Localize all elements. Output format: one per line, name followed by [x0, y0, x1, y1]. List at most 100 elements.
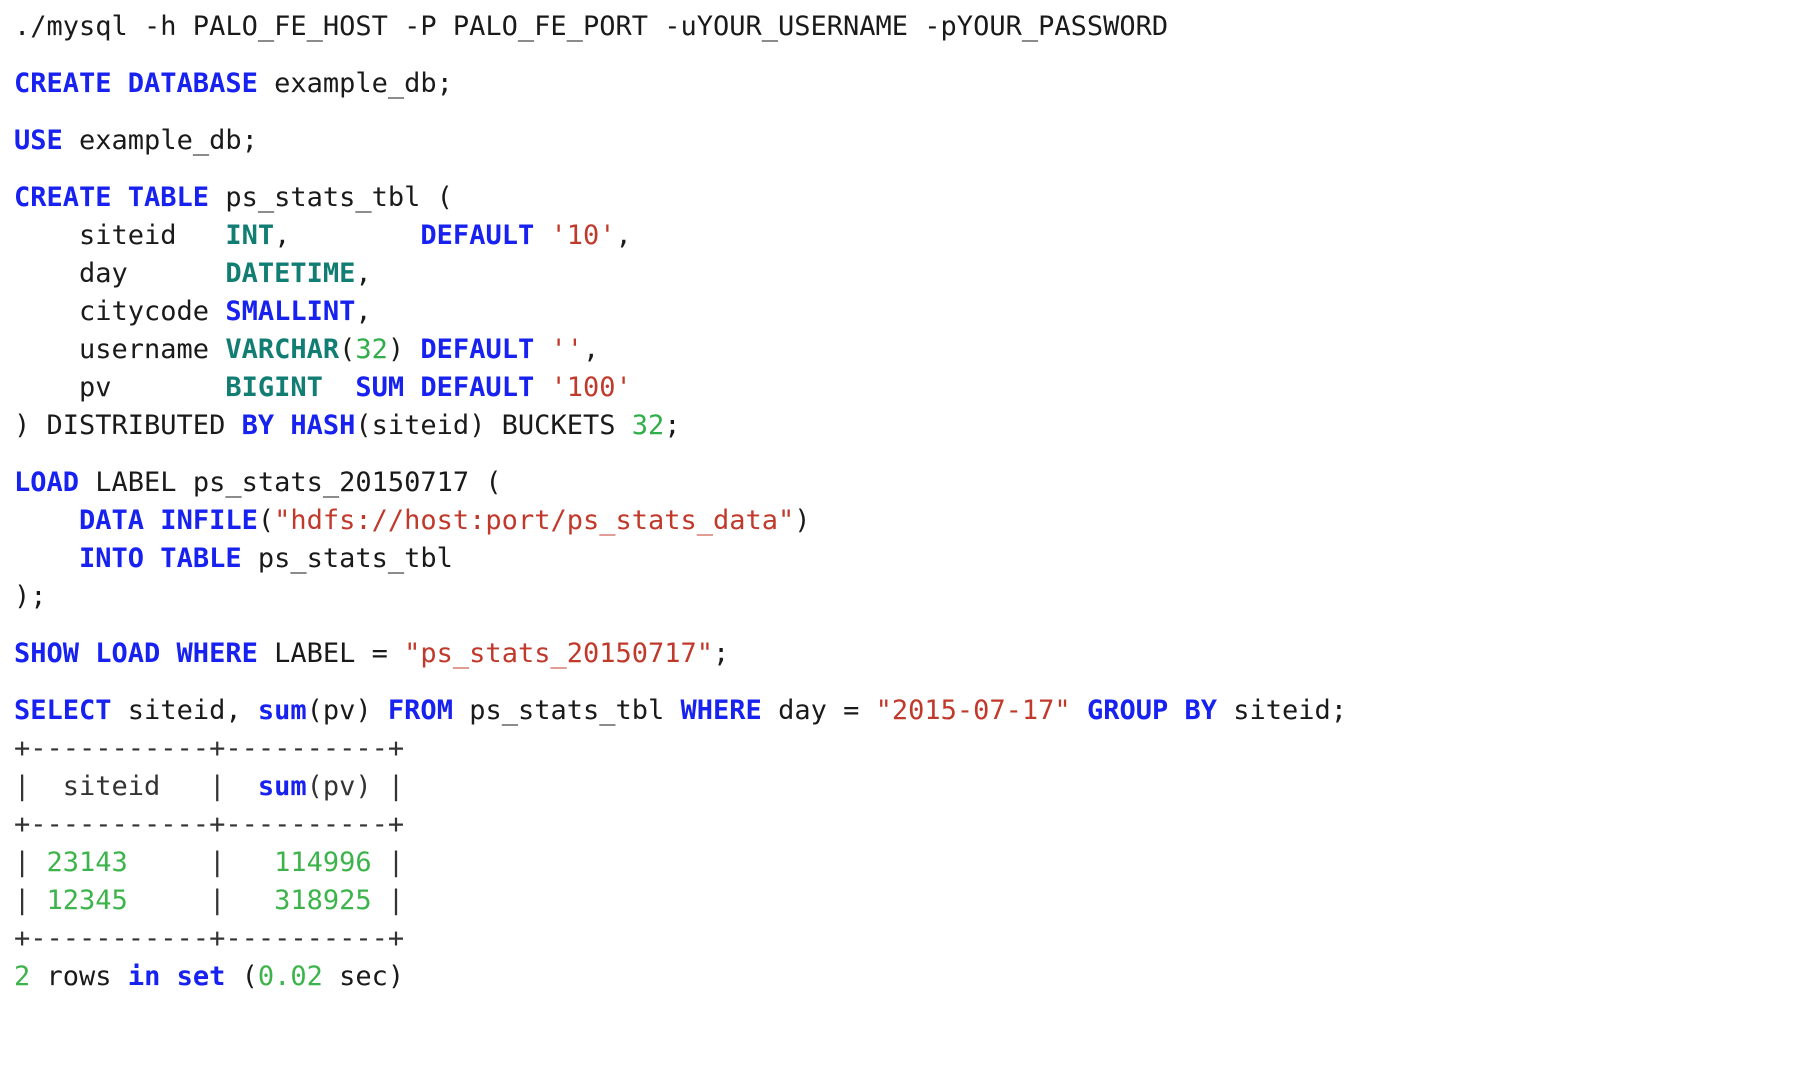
line-result-row-2-token-3: 318925 — [274, 885, 372, 916]
line-result-status-token-5: sec) — [322, 961, 405, 992]
line-distributed-by-token-0: ) DISTRIBUTED — [14, 410, 242, 441]
line-result-row-1-token-3: 114996 — [274, 847, 372, 878]
line-result-row-2-token-0: | — [14, 885, 47, 916]
line-load-label-token-1: LABEL ps_stats_20150717 ( — [79, 467, 502, 498]
line-column-username-token-0: username — [14, 334, 226, 365]
line-result-border-top: +-----------+----------+ — [14, 730, 1804, 768]
line-data-infile-token-3: "hdfs://host:port/ps_stats_data" — [274, 505, 795, 536]
line-distributed-by-token-2: (siteid) BUCKETS — [355, 410, 632, 441]
blank-6 — [14, 673, 1804, 692]
line-column-pv-token-2 — [323, 372, 356, 403]
line-result-status-token-4: 0.02 — [257, 961, 323, 992]
line-column-siteid-token-5: '10' — [550, 220, 616, 251]
line-create-database: CREATE DATABASE example_db; — [14, 65, 1804, 103]
line-into-table-token-0 — [14, 543, 79, 574]
line-column-citycode-token-2: , — [355, 296, 372, 327]
line-result-border-bottom-token-0: +-----------+----------+ — [14, 923, 405, 954]
line-data-infile-token-2: ( — [257, 505, 275, 536]
line-select-query-token-3: (pv) — [306, 695, 388, 726]
line-load-close-token-0: ); — [14, 581, 47, 612]
line-load-label-token-0: LOAD — [14, 467, 80, 498]
line-create-database-token-0: CREATE DATABASE — [14, 68, 258, 99]
line-into-table-token-1: INTO TABLE — [79, 543, 242, 574]
line-column-day-token-0: day — [14, 258, 226, 289]
line-show-load-token-3: ; — [713, 638, 730, 669]
line-result-status-token-2: in set — [127, 961, 226, 992]
line-column-siteid-token-0: siteid — [14, 220, 226, 251]
line-select-query-token-11: siteid; — [1217, 695, 1348, 726]
line-result-row-1-token-2: | — [127, 847, 275, 878]
line-column-siteid-token-4 — [534, 220, 550, 251]
blank-1 — [14, 46, 1804, 65]
line-select-query-token-9 — [1071, 695, 1087, 726]
line-data-infile-token-1: DATA INFILE — [79, 505, 258, 536]
blank-5 — [14, 616, 1804, 635]
line-column-username-token-4: ) — [387, 334, 421, 365]
line-use-database-token-0: USE — [14, 125, 63, 156]
line-column-username-token-2: ( — [339, 334, 356, 365]
line-result-status-token-1: rows — [30, 961, 128, 992]
line-column-day-token-2: , — [355, 258, 372, 289]
line-shell-command: ./mysql -h PALO_FE_HOST -P PALO_FE_PORT … — [14, 8, 1804, 46]
line-result-header-token-0: | siteid | — [14, 771, 258, 802]
line-select-query-token-10: GROUP BY — [1086, 695, 1217, 726]
line-column-siteid-token-2: , — [274, 220, 421, 251]
line-data-infile-token-4: ) — [794, 505, 811, 536]
line-column-username-token-8: , — [583, 334, 600, 365]
line-select-query-token-8: "2015-07-17" — [875, 695, 1071, 726]
line-distributed-by: ) DISTRIBUTED BY HASH(siteid) BUCKETS 32… — [14, 407, 1804, 445]
line-select-query-token-4: FROM — [387, 695, 453, 726]
line-create-database-token-1: example_db; — [257, 68, 453, 99]
line-result-border-top-token-0: +-----------+----------+ — [14, 733, 405, 764]
sql-code-listing: ./mysql -h PALO_FE_HOST -P PALO_FE_PORT … — [0, 0, 1804, 996]
line-result-border-bottom: +-----------+----------+ — [14, 920, 1804, 958]
blank-2 — [14, 103, 1804, 122]
line-result-row-1-token-0: | — [14, 847, 47, 878]
line-distributed-by-token-1: BY HASH — [241, 410, 356, 441]
line-show-load-token-1: LABEL = — [257, 638, 405, 669]
line-select-query-token-0: SELECT — [14, 695, 112, 726]
line-column-pv-token-0: pv — [14, 372, 226, 403]
line-create-table-token-0: CREATE TABLE — [14, 182, 210, 213]
line-column-pv: pv BIGINT SUM DEFAULT '100' — [14, 369, 1804, 407]
line-select-query: SELECT siteid, sum(pv) FROM ps_stats_tbl… — [14, 692, 1804, 730]
line-result-status: 2 rows in set (0.02 sec) — [14, 958, 1804, 996]
line-column-siteid-token-1: INT — [225, 220, 275, 251]
line-result-row-2-token-4: | — [371, 885, 405, 916]
line-column-username-token-3: 32 — [355, 334, 388, 365]
line-result-header: | siteid | sum(pv) | — [14, 768, 1804, 806]
line-column-username-token-6 — [534, 334, 550, 365]
line-show-load-token-0: SHOW LOAD WHERE — [14, 638, 258, 669]
line-select-query-token-1: siteid, — [111, 695, 258, 726]
line-select-query-token-2: sum — [257, 695, 307, 726]
line-column-citycode-token-0: citycode — [14, 296, 226, 327]
line-result-row-1-token-1: 23143 — [46, 847, 128, 878]
blank-4 — [14, 445, 1804, 464]
line-column-username-token-1: VARCHAR — [225, 334, 340, 365]
line-column-pv-token-3: SUM DEFAULT — [355, 372, 535, 403]
line-column-username-token-7: '' — [550, 334, 583, 365]
line-column-siteid: siteid INT, DEFAULT '10', — [14, 217, 1804, 255]
line-select-query-token-5: ps_stats_tbl — [452, 695, 681, 726]
line-result-row-1: | 23143 | 114996 | — [14, 844, 1804, 882]
line-column-day: day DATETIME, — [14, 255, 1804, 293]
line-show-load-token-2: "ps_stats_20150717" — [404, 638, 714, 669]
line-column-username-token-5: DEFAULT — [420, 334, 535, 365]
line-distributed-by-token-3: 32 — [631, 410, 665, 441]
line-load-label: LOAD LABEL ps_stats_20150717 ( — [14, 464, 1804, 502]
blank-3 — [14, 160, 1804, 179]
line-result-status-token-3: ( — [225, 961, 258, 992]
line-result-header-token-1: sum — [257, 771, 307, 802]
line-use-database-token-1: example_db; — [62, 125, 258, 156]
line-distributed-by-token-4: ; — [664, 410, 681, 441]
line-into-table-token-2: ps_stats_tbl — [241, 543, 453, 574]
line-result-row-2: | 12345 | 318925 | — [14, 882, 1804, 920]
line-into-table: INTO TABLE ps_stats_tbl — [14, 540, 1804, 578]
line-result-status-token-0: 2 — [14, 961, 31, 992]
line-column-pv-token-4 — [534, 372, 550, 403]
line-data-infile-token-0 — [14, 505, 79, 536]
line-result-row-2-token-2: | — [127, 885, 275, 916]
line-show-load: SHOW LOAD WHERE LABEL = "ps_stats_201507… — [14, 635, 1804, 673]
line-data-infile: DATA INFILE("hdfs://host:port/ps_stats_d… — [14, 502, 1804, 540]
line-column-pv-token-5: '100' — [550, 372, 632, 403]
